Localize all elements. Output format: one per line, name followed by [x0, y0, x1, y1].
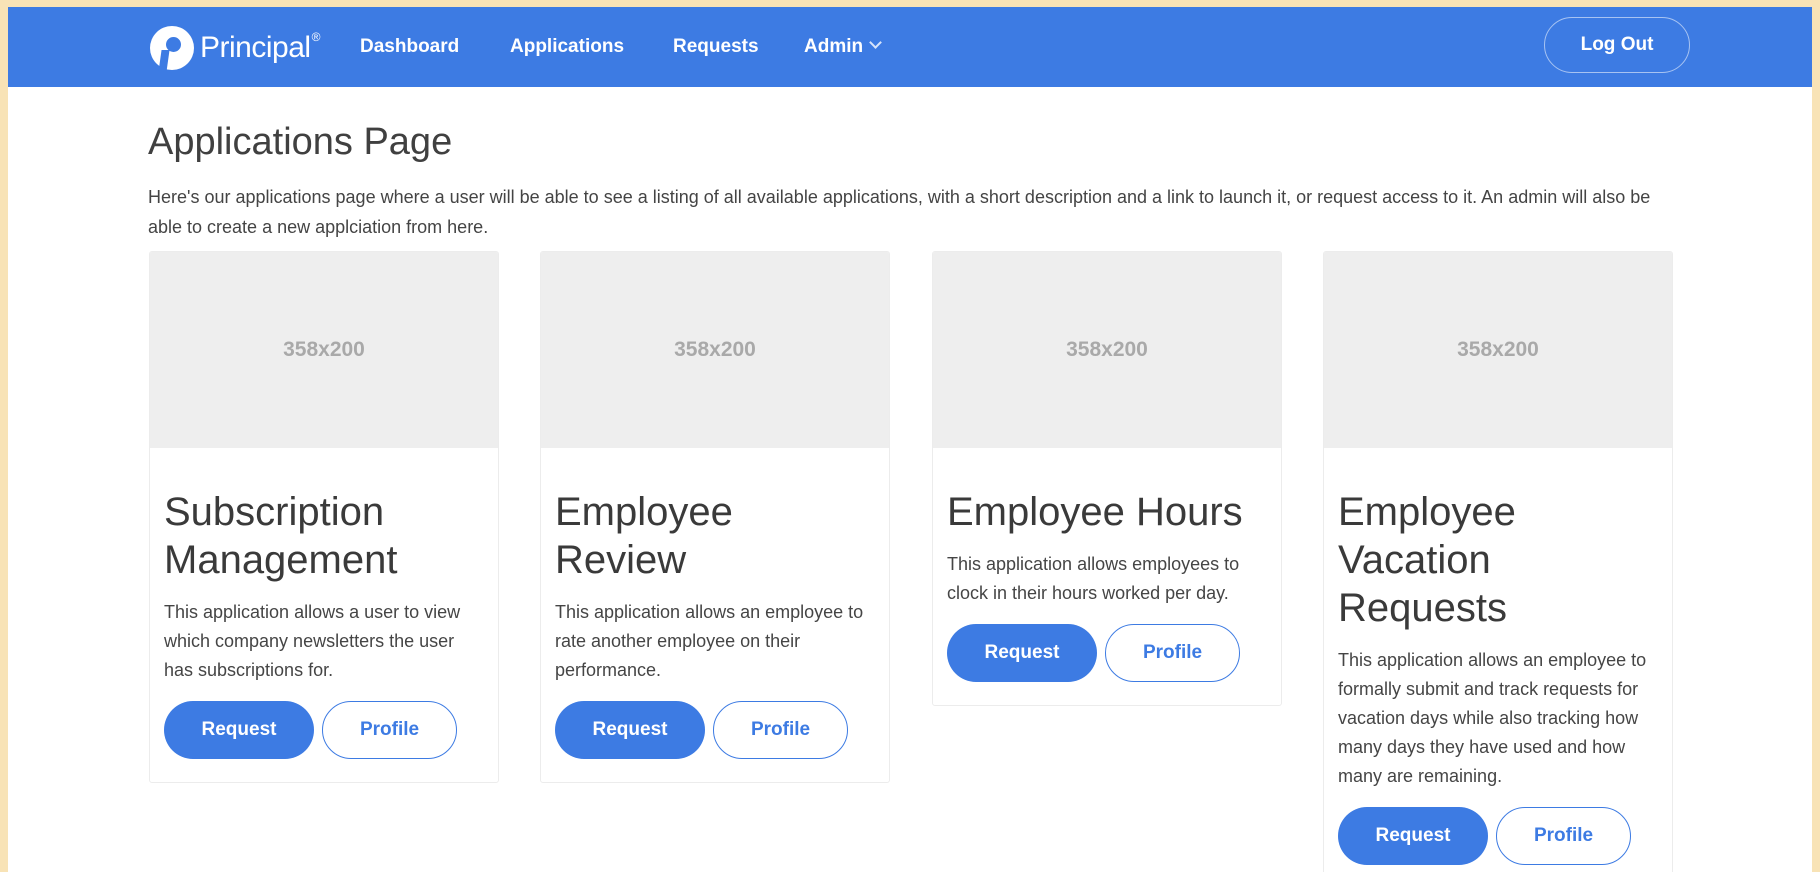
app-card-subscription-management: 358x200 Subscription Management This app…: [149, 251, 499, 783]
logo-text: Principal: [200, 31, 311, 64]
request-button[interactable]: Request: [555, 701, 705, 759]
profile-button[interactable]: Profile: [1496, 807, 1631, 865]
card-description: This application allows employees to clo…: [947, 554, 1240, 603]
card-actions: Request Profile: [164, 701, 484, 759]
card-body: Employee Hours This application allows e…: [933, 448, 1281, 705]
profile-button[interactable]: Profile: [1105, 624, 1240, 682]
card-actions: Request Profile: [555, 701, 875, 759]
nav-link-dashboard[interactable]: Dashboard: [360, 35, 459, 59]
nav-link-requests[interactable]: Requests: [673, 35, 759, 59]
profile-button[interactable]: Profile: [713, 701, 848, 759]
card-actions: Request Profile: [947, 624, 1267, 682]
card-description: This application allows an employee to f…: [1338, 650, 1647, 786]
nav-link-admin-label: Admin: [804, 36, 864, 57]
request-button[interactable]: Request: [164, 701, 314, 759]
card-image-placeholder: 358x200: [541, 252, 889, 448]
chevron-down-icon: [869, 36, 882, 49]
page-description: Here's our applications page where a use…: [148, 187, 1651, 237]
nav-link-applications[interactable]: Applications: [510, 35, 624, 59]
card-body: Employee Review This application allows …: [541, 448, 889, 782]
registered-mark: ®: [311, 30, 321, 44]
card-image-placeholder: 358x200: [1324, 252, 1672, 448]
card-title: Subscription Management: [164, 490, 398, 582]
app-card-employee-vacation-requests: 358x200 Employee Vacation Requests This …: [1323, 251, 1673, 872]
card-title: Employee Hours: [947, 490, 1243, 534]
profile-button[interactable]: Profile: [322, 701, 457, 759]
logout-button[interactable]: Log Out: [1544, 17, 1690, 73]
nav-dropdown-admin[interactable]: Admin: [804, 35, 882, 59]
card-body: Subscription Management This application…: [150, 448, 498, 782]
top-navbar: Principal ® Dashboard Applications Reque…: [8, 7, 1812, 87]
card-description: This application allows an employee to r…: [555, 602, 864, 680]
app-card-employee-hours: 358x200 Employee Hours This application …: [932, 251, 1282, 706]
card-image-placeholder: 358x200: [150, 252, 498, 448]
app-card-employee-review: 358x200 Employee Review This application…: [540, 251, 890, 783]
card-title: Employee Review: [555, 490, 733, 582]
card-image-placeholder: 358x200: [933, 252, 1281, 448]
principal-logo-icon: [150, 26, 194, 70]
card-body: Employee Vacation Requests This applicat…: [1324, 448, 1672, 872]
page-title: Applications Page: [148, 121, 453, 163]
card-title: Employee Vacation Requests: [1338, 490, 1516, 630]
card-actions: Request Profile: [1338, 807, 1658, 865]
request-button[interactable]: Request: [947, 624, 1097, 682]
request-button[interactable]: Request: [1338, 807, 1488, 865]
browser-viewport: Principal ® Dashboard Applications Reque…: [8, 7, 1812, 872]
principal-logo[interactable]: Principal ®: [150, 26, 320, 70]
card-description: This application allows a user to view w…: [164, 602, 461, 680]
